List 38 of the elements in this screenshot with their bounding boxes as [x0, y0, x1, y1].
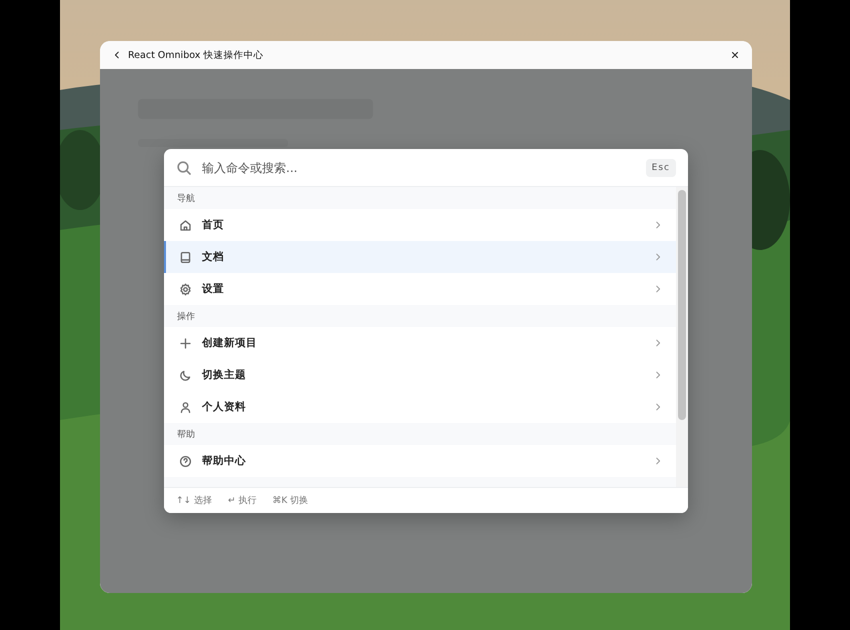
command-item[interactable]: 创建新项目: [164, 327, 676, 359]
book-icon: [179, 250, 192, 264]
item-label: 切换主题: [202, 368, 247, 382]
item-label: 设置: [202, 282, 225, 296]
close-icon[interactable]: [730, 50, 740, 60]
command-item[interactable]: 个人资料: [164, 391, 676, 423]
command-item[interactable]: 首页: [164, 209, 676, 241]
shortcut-hint: ⌘K 切换: [272, 494, 308, 507]
help-icon: [179, 454, 192, 468]
command-item[interactable]: 帮助中心: [164, 445, 676, 477]
plus-icon: [179, 336, 192, 350]
shortcut-hint: ↵ 执行: [228, 494, 256, 507]
item-label: 文档: [202, 250, 225, 264]
item-label: 首页: [202, 218, 225, 232]
chevron-icon: [653, 338, 663, 348]
command-item[interactable]: 文档: [164, 241, 676, 273]
command-item[interactable]: 设置: [164, 273, 676, 305]
chevron-icon: [653, 220, 663, 230]
chevron-icon: [653, 402, 663, 412]
esc-key: Esc: [646, 158, 676, 176]
chevron-icon: [653, 252, 663, 262]
home-icon: [179, 218, 192, 232]
item-label: 帮助中心: [202, 454, 247, 468]
chevron-icon: [653, 284, 663, 294]
search-field[interactable]: 输入命令或搜索...: [202, 160, 636, 174]
moon-icon: [179, 368, 192, 382]
scrollbar[interactable]: [676, 187, 688, 487]
chevron-icon: [653, 370, 663, 380]
item-label: 个人资料: [202, 400, 247, 414]
item-label: 创建新项目: [202, 336, 258, 350]
window-title: React Omnibox 快速操作中心: [128, 48, 264, 62]
chevron-icon: [653, 456, 663, 466]
shortcut-hint: ↑↓ 选择: [176, 494, 212, 507]
scroll-thumb[interactable]: [678, 190, 686, 420]
user-icon: [179, 400, 192, 414]
command-item[interactable]: 切换主题: [164, 359, 676, 391]
search-icon: [176, 160, 192, 176]
gear-icon: [179, 282, 192, 296]
